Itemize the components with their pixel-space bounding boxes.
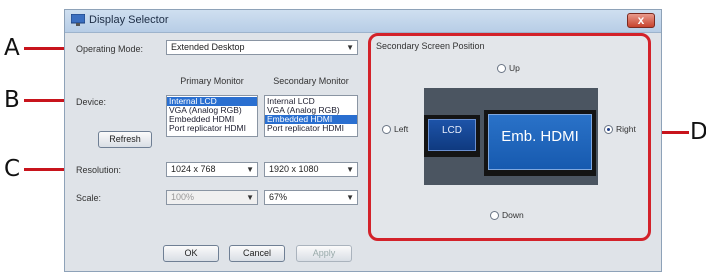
radio-right-label: Right [616,124,636,134]
operating-mode-label: Operating Mode: [76,44,144,54]
operating-mode-select[interactable]: Extended Desktop ▼ [166,40,358,55]
cancel-button[interactable]: Cancel [229,245,285,262]
display-app-icon [71,14,85,26]
title-bar: Display Selector x [65,10,661,33]
radio-down[interactable] [490,211,499,220]
list-item[interactable]: Port replicator HDMI [265,124,357,133]
secondary-resolution-select[interactable]: 1920 x 1080 ▼ [264,162,358,177]
primary-scale-select: 100% ▼ [166,190,258,205]
device-label: Device: [76,97,107,107]
radio-right[interactable] [604,125,613,134]
callout-b: B [4,87,20,113]
secondary-scale-value: 67% [269,192,288,202]
primary-resolution-value: 1024 x 768 [171,164,216,174]
callout-c: C [4,156,21,182]
chevron-down-icon: ▼ [346,193,354,202]
radio-left[interactable] [382,125,391,134]
panel-title: Secondary Screen Position [376,41,485,51]
radio-up[interactable] [497,64,506,73]
primary-scale-value: 100% [171,192,195,202]
secondary-resolution-value: 1920 x 1080 [269,164,319,174]
hdmi-monitor-tile[interactable]: Emb. HDMI [484,110,596,176]
primary-monitor-header: Primary Monitor [180,76,244,86]
chevron-down-icon: ▼ [346,165,354,174]
apply-button: Apply [296,245,352,262]
chevron-down-icon: ▼ [246,193,254,202]
radio-down-label: Down [502,210,524,220]
callout-a: A [4,35,20,61]
primary-resolution-select[interactable]: 1024 x 768 ▼ [166,162,258,177]
chevron-down-icon: ▼ [346,43,354,52]
primary-device-list[interactable]: Internal LCD VGA (Analog RGB) Embedded H… [166,95,258,137]
secondary-device-list[interactable]: Internal LCD VGA (Analog RGB) Embedded H… [264,95,358,137]
lcd-monitor-tile[interactable]: LCD [424,115,480,157]
hdmi-monitor-label: Emb. HDMI [501,128,579,145]
close-button[interactable]: x [627,13,655,28]
lcd-monitor-label: LCD [441,125,462,136]
radio-left-label: Left [394,124,409,134]
resolution-label: Resolution: [76,165,122,175]
radio-up-label: Up [509,63,520,73]
window-title: Display Selector [89,14,169,26]
secondary-scale-select[interactable]: 67% ▼ [264,190,358,205]
operating-mode-value: Extended Desktop [171,42,245,52]
close-icon: x [637,13,645,27]
ok-button[interactable]: OK [163,245,219,262]
scale-label: Scale: [76,193,102,203]
callout-d: D [690,119,706,145]
secondary-monitor-header: Secondary Monitor [273,76,349,86]
chevron-down-icon: ▼ [246,165,254,174]
refresh-button[interactable]: Refresh [98,131,152,148]
list-item[interactable]: Port replicator HDMI [167,124,257,133]
